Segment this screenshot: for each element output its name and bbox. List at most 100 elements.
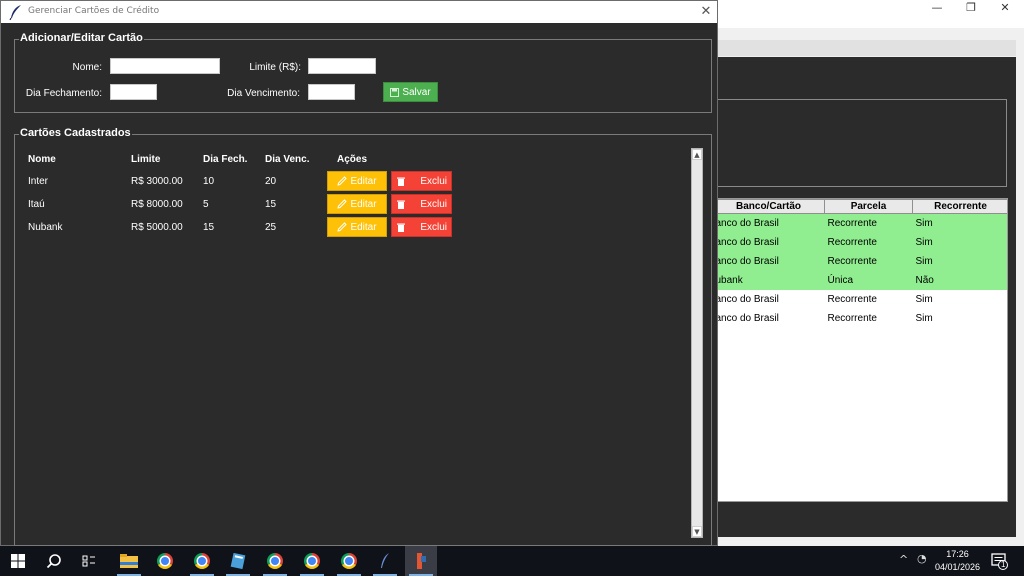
card-dia-venc: 25 bbox=[265, 222, 277, 233]
table-cell-recorrente: Sim bbox=[915, 313, 933, 324]
filter-frame bbox=[712, 99, 1007, 187]
file-explorer-icon[interactable] bbox=[113, 546, 145, 576]
trash-icon bbox=[397, 223, 405, 232]
edit-button[interactable]: Editar bbox=[327, 171, 387, 191]
delete-button[interactable]: Exclui bbox=[391, 194, 452, 214]
table-cell-parcela: Recorrente bbox=[824, 213, 913, 233]
delete-button[interactable]: Exclui bbox=[391, 217, 452, 237]
clock-time: 17:26 bbox=[946, 549, 969, 559]
close-main-button[interactable]: ✕ bbox=[988, 0, 1022, 16]
clock-date: 04/01/2026 bbox=[934, 562, 980, 572]
edit-button-label: Editar bbox=[350, 198, 377, 210]
chrome-profile-icon[interactable] bbox=[296, 546, 328, 576]
trash-icon bbox=[397, 177, 405, 186]
cards-scrollbar[interactable]: ▲ ▼ bbox=[691, 148, 703, 538]
tab-strip bbox=[712, 40, 1016, 56]
add-edit-group-title: Adicionar/Editar Cartão bbox=[19, 32, 144, 44]
card-dia-fech: 10 bbox=[203, 176, 215, 187]
edit-button-label: Editar bbox=[350, 221, 377, 233]
tray-overflow-icon[interactable]: ^ bbox=[899, 553, 908, 566]
header-limite: Limite bbox=[131, 154, 161, 165]
table-cell-recorrente: Sim bbox=[912, 233, 1007, 252]
save-icon bbox=[390, 87, 400, 97]
notification-count: 1 bbox=[1001, 560, 1006, 569]
save-button-label: Salvar bbox=[402, 86, 431, 98]
table-row[interactable]: anco do Brasil Recorrente Sim bbox=[713, 309, 1008, 328]
edit-button[interactable]: Editar bbox=[327, 194, 387, 214]
card-limite: R$ 5000.00 bbox=[131, 222, 183, 233]
chrome-profile-icon[interactable] bbox=[186, 546, 218, 576]
limite-input[interactable] bbox=[308, 58, 376, 74]
table-row[interactable]: ubank Única Não bbox=[712, 271, 1007, 290]
scroll-up-arrow-icon[interactable]: ▲ bbox=[692, 149, 702, 160]
card-dia-fech: 15 bbox=[203, 222, 215, 233]
notification-center-icon[interactable]: 1 bbox=[990, 552, 1008, 570]
table-cell-banco: anco do Brasil bbox=[712, 213, 825, 233]
table-row[interactable]: anco do Brasil Recorrente Sim bbox=[713, 290, 1008, 309]
column-header-recorrente[interactable]: Recorrente bbox=[912, 199, 1007, 214]
table-cell-recorrente: Não bbox=[912, 271, 1007, 290]
vencimento-input[interactable] bbox=[308, 84, 355, 100]
table-cell-recorrente: Sim bbox=[912, 252, 1007, 271]
trash-icon bbox=[397, 200, 405, 209]
feather-icon[interactable] bbox=[369, 546, 401, 576]
edit-button[interactable]: Editar bbox=[327, 217, 387, 237]
table-row[interactable]: anco do Brasil Recorrente Sim bbox=[712, 213, 1007, 233]
table-cell-parcela: Recorrente bbox=[827, 313, 877, 324]
card-dia-venc: 20 bbox=[265, 176, 277, 187]
limite-label: Limite (R$): bbox=[249, 62, 301, 73]
save-button[interactable]: Salvar bbox=[383, 82, 438, 102]
nome-input[interactable] bbox=[110, 58, 220, 74]
windows-start-icon[interactable] bbox=[2, 546, 34, 576]
maximize-button[interactable]: ❐ bbox=[954, 0, 988, 16]
dialog-titlebar: Gerenciar Cartões de Crédito ✕ bbox=[1, 1, 717, 23]
task-view-icon[interactable] bbox=[73, 546, 105, 576]
header-nome: Nome bbox=[28, 154, 56, 165]
card-limite: R$ 3000.00 bbox=[131, 176, 183, 187]
table-cell-recorrente: Sim bbox=[912, 213, 1007, 233]
network-icon[interactable]: ◔ bbox=[917, 552, 927, 565]
transactions-table[interactable]: Banco/Cartão Parcela Recorrente anco do … bbox=[712, 198, 1008, 502]
delete-button[interactable]: Exclui bbox=[391, 171, 452, 191]
header-dia-venc: Dia Venc. bbox=[265, 154, 310, 165]
column-header-parcela[interactable]: Parcela bbox=[824, 199, 913, 214]
cards-group-title: Cartões Cadastrados bbox=[19, 127, 132, 139]
chrome-icon[interactable] bbox=[149, 546, 181, 576]
fechamento-label: Dia Fechamento: bbox=[25, 88, 102, 99]
notes-icon[interactable] bbox=[222, 546, 254, 576]
table-cell-parcela: Recorrente bbox=[827, 294, 877, 305]
table-cell-parcela: Recorrente bbox=[824, 233, 913, 252]
search-icon[interactable] bbox=[38, 546, 70, 576]
dialog-close-button[interactable]: ✕ bbox=[695, 3, 717, 21]
delete-button-label: Exclui bbox=[420, 199, 447, 210]
card-nome: Itaú bbox=[28, 199, 45, 210]
nome-label: Nome: bbox=[72, 62, 102, 73]
table-cell-banco: anco do Brasil bbox=[715, 313, 779, 324]
pencil-icon bbox=[337, 199, 348, 209]
table-cell-banco: anco do Brasil bbox=[712, 252, 825, 271]
card-dia-fech: 5 bbox=[203, 199, 209, 210]
table-cell-banco: ubank bbox=[712, 271, 825, 290]
card-nome: Inter bbox=[28, 176, 49, 187]
chrome-profile-icon[interactable] bbox=[333, 546, 365, 576]
table-row[interactable]: anco do Brasil Recorrente Sim bbox=[712, 233, 1007, 252]
add-edit-group bbox=[14, 39, 712, 113]
column-header-banco[interactable]: Banco/Cartão bbox=[712, 199, 825, 214]
delete-button-label: Exclui bbox=[420, 222, 447, 233]
header-acoes: Ações bbox=[337, 154, 368, 165]
table-cell-parcela: Recorrente bbox=[824, 252, 913, 271]
clock[interactable]: 17:26 04/01/2026 bbox=[935, 548, 980, 574]
table-row[interactable]: anco do Brasil Recorrente Sim bbox=[712, 252, 1007, 271]
pencil-icon bbox=[337, 176, 348, 186]
chrome-icon[interactable] bbox=[259, 546, 291, 576]
table-cell-parcela: Única bbox=[824, 271, 913, 290]
vencimento-label: Dia Vencimento: bbox=[227, 88, 300, 99]
header-dia-fech: Dia Fech. bbox=[203, 154, 248, 165]
python-app-icon[interactable] bbox=[405, 546, 437, 576]
taskbar: ^ ◔ 17:26 04/01/2026 1 bbox=[0, 546, 1024, 576]
scroll-down-arrow-icon[interactable]: ▼ bbox=[692, 526, 702, 537]
minimize-button[interactable]: — bbox=[920, 0, 954, 16]
edit-button-label: Editar bbox=[350, 175, 377, 187]
fechamento-input[interactable] bbox=[110, 84, 157, 100]
delete-button-label: Exclui bbox=[420, 176, 447, 187]
